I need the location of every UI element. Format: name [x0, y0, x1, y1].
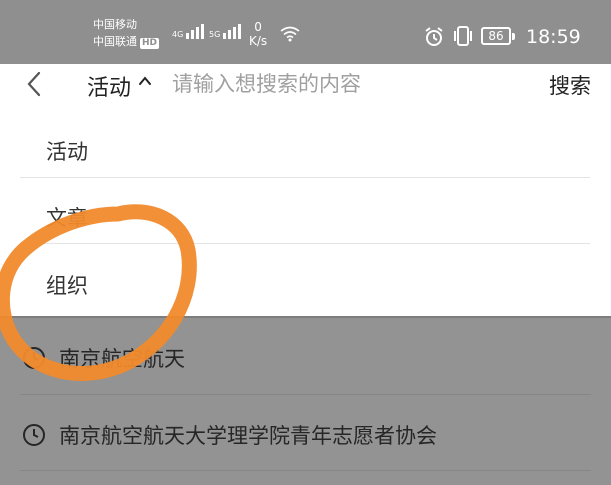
scope-menu: 活动 文章 组织 [0, 104, 611, 316]
signal-bars-icon [222, 24, 243, 39]
signal-1: 4G [172, 24, 206, 39]
history-item[interactable]: 南京航空航天 [0, 318, 611, 395]
scope-option-label: 组织 [46, 274, 88, 298]
hd-badge: HD [140, 38, 160, 49]
divider [20, 470, 591, 471]
history-item-label: 南京航空航天大学理学院青年志愿者协会 [59, 424, 437, 448]
network-speed-value: 0 [254, 20, 262, 34]
carrier-info: 中国移动 中国联通 HD [93, 16, 160, 50]
signal-2-type: 5G [209, 30, 221, 39]
clock-icon [23, 424, 45, 446]
signal-bars-icon [185, 24, 206, 39]
signal-1-type: 4G [172, 30, 184, 39]
signal-2: 5G [209, 24, 243, 39]
history-item-label: 南京航空航天 [59, 347, 185, 371]
vibrate-icon [454, 26, 472, 46]
search-scope-selector[interactable]: 活动 [87, 70, 131, 102]
scope-option-article[interactable]: 文章 [20, 178, 590, 244]
scope-option-label: 活动 [46, 140, 88, 164]
network-speed: 0 K/s [249, 20, 267, 48]
wifi-icon [280, 26, 300, 42]
carrier-2: 中国联通 [93, 35, 137, 48]
battery-level: 86 [488, 29, 504, 43]
search-button[interactable]: 搜索 [549, 70, 591, 100]
clock-icon [23, 347, 45, 369]
scope-option-activity[interactable]: 活动 [20, 112, 590, 178]
search-history-overlay[interactable]: 南京航空航天 南京航空航天大学理学院青年志愿者协会 [0, 316, 611, 485]
search-input[interactable] [172, 69, 532, 99]
network-speed-unit: K/s [249, 34, 268, 48]
caret-up-icon[interactable] [138, 74, 152, 88]
scope-option-organization[interactable]: 组织 [20, 246, 590, 312]
clock-time: 18:59 [526, 26, 581, 48]
status-bar: 中国移动 中国联通 HD 4G 5G 0 K/s 86 18:59 [0, 0, 611, 64]
carrier-1: 中国移动 [93, 18, 137, 31]
alarm-icon [425, 27, 443, 46]
search-bar: 活动 搜索 [0, 64, 611, 104]
battery-icon: 86 [481, 27, 515, 45]
scope-option-label: 文章 [46, 206, 88, 230]
history-item[interactable]: 南京航空航天大学理学院青年志愿者协会 [0, 395, 611, 472]
chevron-left-icon[interactable] [25, 70, 43, 98]
